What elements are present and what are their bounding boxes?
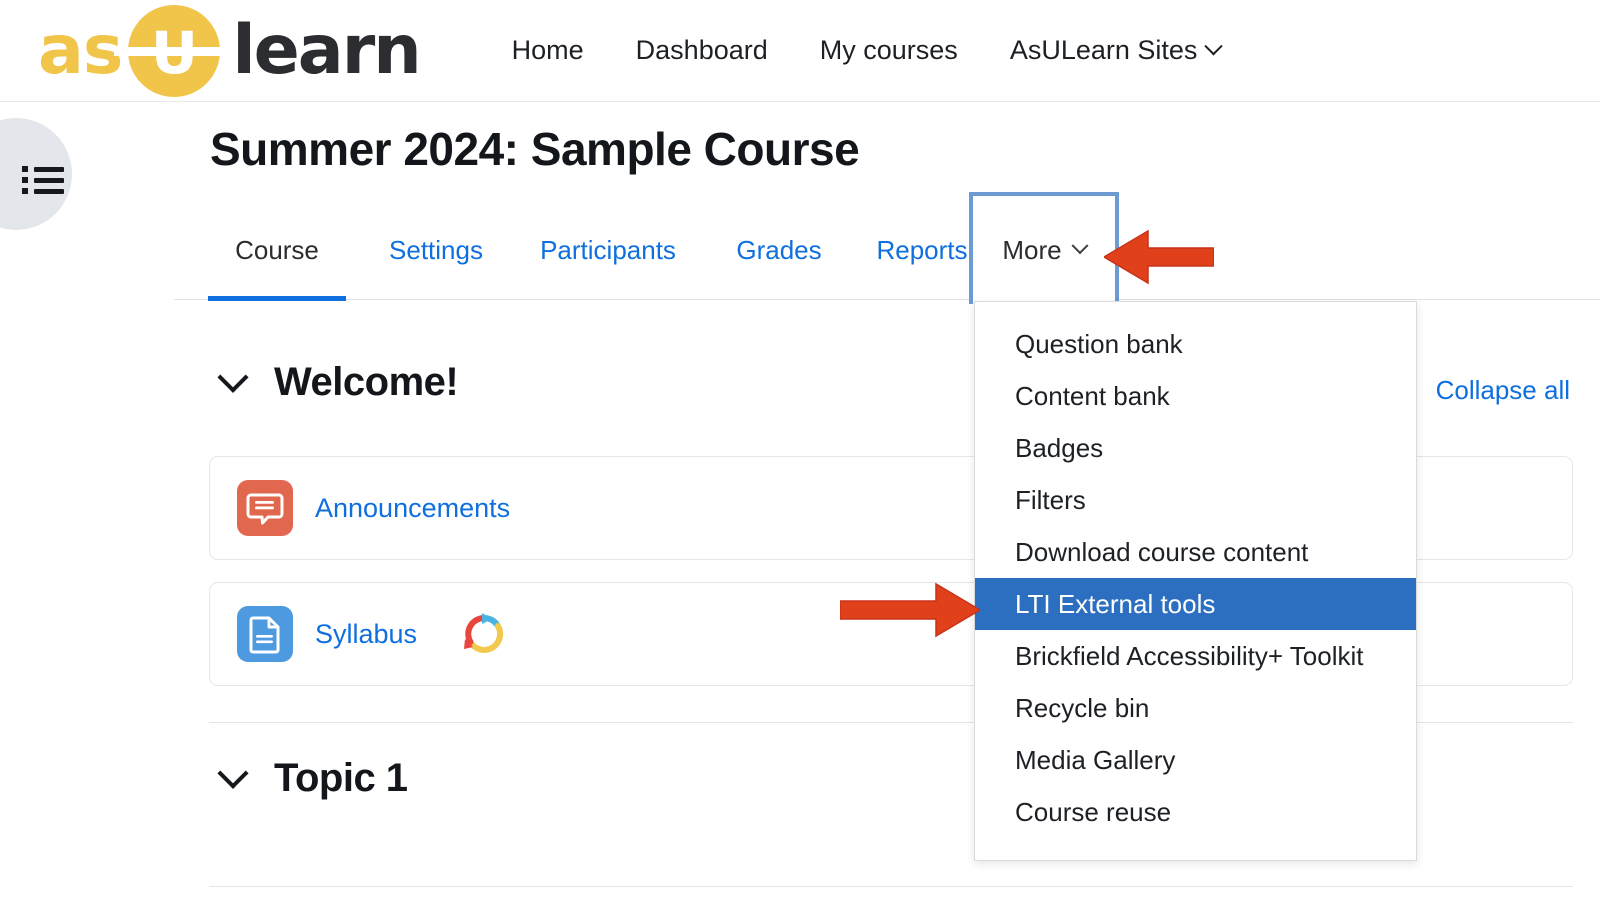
logo-text-learn: learn xyxy=(232,10,421,90)
nav-item-asulearn-sites[interactable]: AsULearn Sites xyxy=(984,35,1247,66)
course-tab-bar: Course Settings Participants Grades Repo… xyxy=(174,192,1600,304)
nav-item-asulearn-sites-label: AsULearn Sites xyxy=(1009,35,1198,65)
tab-participants[interactable]: Participants xyxy=(524,200,692,300)
menu-item-filters[interactable]: Filters xyxy=(975,474,1416,526)
chevron-down-icon[interactable] xyxy=(217,757,249,789)
section-divider xyxy=(209,886,1573,887)
section-title: Topic 1 xyxy=(274,756,408,800)
section-header-topic-1[interactable]: Topic 1 xyxy=(217,756,408,801)
asulearn-logo[interactable]: as U learn xyxy=(38,0,422,101)
primary-nav: Home Dashboard My courses AsULearn Sites xyxy=(486,35,1247,66)
collapse-all-link[interactable]: Collapse all xyxy=(1436,375,1570,406)
menu-item-content-bank[interactable]: Content bank xyxy=(975,370,1416,422)
page-root: as U learn Home Dashboard My courses AsU… xyxy=(0,0,1600,908)
nav-item-dashboard[interactable]: Dashboard xyxy=(610,35,794,66)
more-dropdown-menu: Question bank Content bank Badges Filter… xyxy=(974,301,1417,861)
section-title: Welcome! xyxy=(274,360,459,404)
section-header-welcome[interactable]: Welcome! xyxy=(217,360,459,405)
arrow-pointing-to-more-tab xyxy=(1102,226,1215,293)
logo-text-u: U xyxy=(150,18,198,87)
logo-text-as: as xyxy=(38,10,123,90)
tab-settings[interactable]: Settings xyxy=(370,200,502,300)
chevron-down-icon xyxy=(1204,37,1224,56)
arrow-pointing-to-lti-external-tools xyxy=(839,580,982,645)
menu-item-recycle-bin[interactable]: Recycle bin xyxy=(975,682,1416,734)
forum-icon xyxy=(237,480,293,536)
menu-item-brickfield-accessibility-toolkit[interactable]: Brickfield Accessibility+ Toolkit xyxy=(975,630,1416,682)
tab-more[interactable]: More xyxy=(969,192,1119,304)
nav-item-home[interactable]: Home xyxy=(486,35,610,66)
menu-item-question-bank[interactable]: Question bank xyxy=(975,318,1416,370)
menu-item-lti-external-tools[interactable]: LTI External tools xyxy=(975,578,1416,630)
tab-course[interactable]: Course xyxy=(208,200,346,301)
menu-item-media-gallery[interactable]: Media Gallery xyxy=(975,734,1416,786)
nav-item-my-courses[interactable]: My courses xyxy=(794,35,984,66)
menu-item-download-course-content[interactable]: Download course content xyxy=(975,526,1416,578)
menu-item-badges[interactable]: Badges xyxy=(975,422,1416,474)
activity-name-link[interactable]: Announcements xyxy=(315,493,510,524)
tab-more-label: More xyxy=(1002,234,1062,265)
menu-item-course-reuse[interactable]: Course reuse xyxy=(975,786,1416,838)
logo-u-mark: U xyxy=(114,3,235,99)
activity-name-link[interactable]: Syllabus xyxy=(315,619,417,650)
page-title: Summer 2024: Sample Course xyxy=(210,123,860,175)
list-icon xyxy=(22,166,64,194)
chevron-down-icon xyxy=(1071,237,1089,255)
top-navbar: as U learn Home Dashboard My courses AsU… xyxy=(0,0,1600,102)
tab-grades[interactable]: Grades xyxy=(715,200,843,300)
page-icon xyxy=(237,606,293,662)
course-index-drawer-toggle[interactable] xyxy=(0,118,72,230)
brickfield-accessibility-icon[interactable] xyxy=(461,611,507,657)
chevron-down-icon[interactable] xyxy=(217,361,249,393)
